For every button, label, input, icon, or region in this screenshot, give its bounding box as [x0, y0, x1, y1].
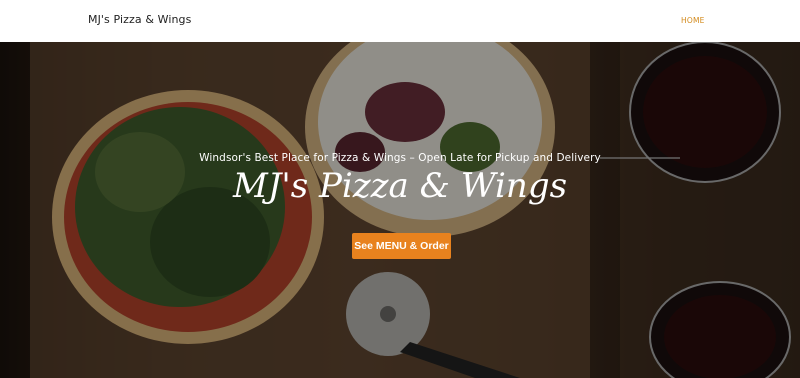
- nav-item-home[interactable]: HOME: [681, 16, 705, 25]
- site-brand[interactable]: MJ's Pizza & Wings: [88, 13, 191, 26]
- hero-section: Windsor's Best Place for Pizza & Wings –…: [0, 42, 800, 378]
- site-header: MJ's Pizza & Wings HOME: [0, 0, 800, 42]
- hero-title: MJ's Pizza & Wings: [232, 166, 568, 206]
- menu-order-button[interactable]: See MENU & Order: [352, 233, 451, 259]
- hero-tagline: Windsor's Best Place for Pizza & Wings –…: [199, 152, 601, 164]
- hero-overlay: [0, 42, 800, 378]
